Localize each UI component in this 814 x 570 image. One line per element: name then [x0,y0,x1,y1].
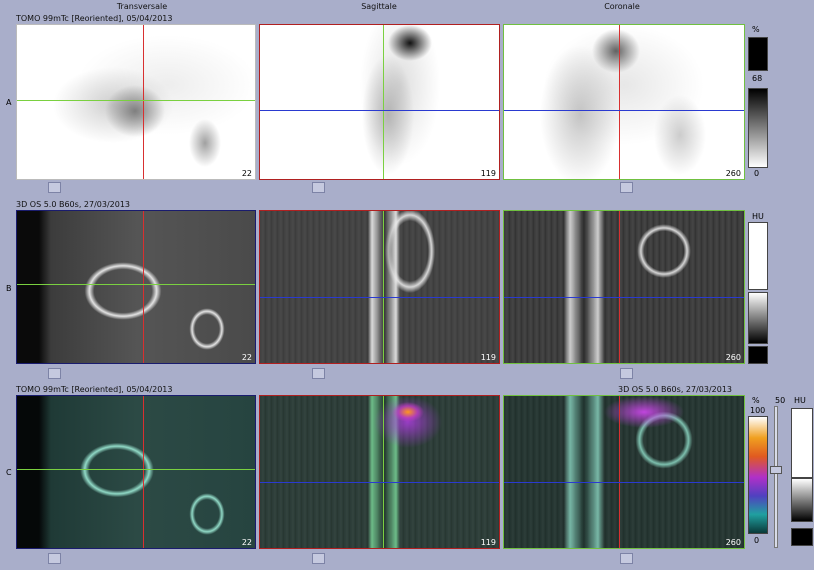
column-header-sagittale: Sagittale [361,2,397,11]
slice-number: 119 [480,538,496,547]
crosshair-horizontal [260,297,499,298]
scale-c-max-value: 100 [750,406,766,415]
crosshair-vertical [383,396,384,548]
viewport-a-coronale[interactable]: 260 [503,24,745,180]
slice-tab-c-sagittale[interactable] [312,553,325,564]
scale-c-hu-colorbar[interactable] [791,478,813,522]
crosshair-vertical [383,25,384,179]
slice-number: 260 [725,169,741,178]
row-b-title: 3D OS 5.0 B60s, 27/03/2013 [16,200,131,209]
opacity-slider-track[interactable] [774,406,778,548]
crosshair-horizontal [17,100,255,101]
crosshair-horizontal [260,482,499,483]
viewport-a-sagittale[interactable]: 119 [259,24,500,180]
crosshair-vertical [143,396,144,548]
slice-tab-c-coronale[interactable] [620,553,633,564]
scale-a-mid-value: 68 [752,74,763,83]
crosshair-vertical [143,211,144,363]
crosshair-horizontal [504,110,744,111]
crosshair-horizontal [260,110,499,111]
scale-c-value: 50 [775,396,786,405]
scale-a-min-value: 0 [754,169,760,178]
scale-c-min-value: 0 [754,536,760,545]
viewport-c-coronale[interactable]: 260 [503,395,745,549]
column-header-transversale: Transversale [116,2,168,11]
crosshair-horizontal [504,297,744,298]
slice-number: 22 [241,353,252,362]
crosshair-horizontal [17,284,255,285]
scale-c-pet-colorbar[interactable] [748,416,768,534]
row-a-title: TOMO 99mTc [Reoriented], 05/04/2013 [16,14,173,23]
crosshair-vertical [143,25,144,179]
scale-a-unit: % [752,25,760,34]
crosshair-horizontal [17,469,255,470]
scale-c-unit-hu: HU [794,396,806,405]
crosshair-vertical [619,25,620,179]
row-label-a: A [6,98,12,107]
row-label-b: B [6,284,12,293]
crosshair-vertical [619,396,620,548]
scale-c-unit-percent: % [752,396,760,405]
slice-tab-b-transversale[interactable] [48,368,61,379]
column-header-coronale: Coronale [604,2,640,11]
scale-a-colorbar-top[interactable] [748,37,768,71]
slice-tab-b-coronale[interactable] [620,368,633,379]
slice-number: 119 [480,353,496,362]
scale-a-colorbar[interactable] [748,88,768,168]
scale-c-hu-colorbar-top[interactable] [791,408,813,478]
viewport-b-sagittale[interactable]: 119 [259,210,500,364]
slice-tab-c-transversale[interactable] [48,553,61,564]
crosshair-vertical [619,211,620,363]
slice-tab-a-sagittale[interactable] [312,182,325,193]
crosshair-vertical [383,211,384,363]
viewport-b-coronale[interactable]: 260 [503,210,745,364]
scale-c-hu-colorbar-bottom[interactable] [791,528,813,546]
slice-tab-b-sagittale[interactable] [312,368,325,379]
slice-number: 260 [725,538,741,547]
viewport-a-transversale[interactable]: 22 [16,24,256,180]
slice-number: 22 [241,169,252,178]
slice-number: 22 [241,538,252,547]
opacity-slider-thumb[interactable] [770,466,782,474]
viewport-c-sagittale[interactable]: 119 [259,395,500,549]
scale-b-unit: HU [752,212,764,221]
viewport-b-transversale[interactable]: 22 [16,210,256,364]
scale-b-colorbar[interactable] [748,292,768,344]
scale-b-colorbar-bottom[interactable] [748,346,768,364]
slice-number: 119 [480,169,496,178]
slice-tab-a-transversale[interactable] [48,182,61,193]
row-c-title-right: 3D OS 5.0 B60s, 27/03/2013 [618,385,733,394]
row-label-c: C [6,468,12,477]
row-c-title-left: TOMO 99mTc [Reoriented], 05/04/2013 [16,385,173,394]
slice-tab-a-coronale[interactable] [620,182,633,193]
crosshair-horizontal [504,482,744,483]
viewport-c-transversale[interactable]: 22 [16,395,256,549]
slice-number: 260 [725,353,741,362]
scale-b-colorbar-top[interactable] [748,222,768,290]
